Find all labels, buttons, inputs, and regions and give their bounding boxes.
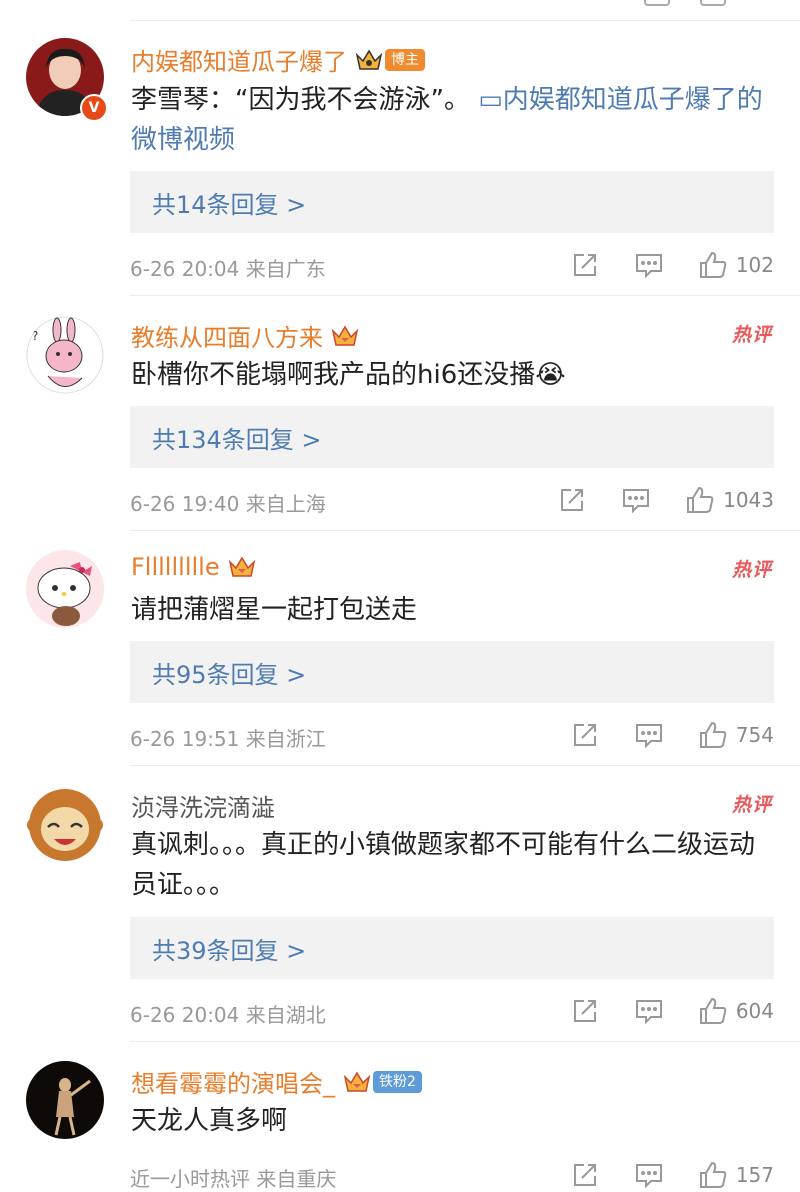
crown-icon [355,47,383,73]
share-icon[interactable] [570,996,600,1026]
hot-comment-badge: 热评 [731,324,772,346]
blogger-tag: 博主 [385,48,425,71]
comment-text: 真讽刺。。。真正的小镇做题家都不可能有什么二级运动员证。。。 [131,830,756,900]
avatar[interactable]: ? [26,316,104,394]
share-icon[interactable] [570,250,600,280]
comment-meta: 6-26 20:04 来自广东 [130,257,326,281]
avatar[interactable] [26,550,104,628]
comment-icon[interactable] [700,0,726,6]
crown-icon [228,554,256,580]
comment-actions: 157 [570,1158,774,1192]
fan-level-tag: 铁粉2 [373,1070,422,1093]
hot-comment-badge: 热评 [731,559,772,581]
video-icon: ▭ [478,85,503,115]
like-count: 754 [735,723,774,747]
like-count: 102 [735,253,774,277]
divider [130,295,800,296]
comment-icon[interactable] [634,720,664,750]
username[interactable]: Fllllllllle [131,553,256,581]
like-count: 1043 [723,488,774,512]
username[interactable]: 教练从四面八方来 [131,318,359,353]
comment-meta: 6-26 20:04 来自湖北 [130,1003,326,1027]
divider [130,530,800,531]
comment-actions: 1043 [557,483,774,517]
avatar[interactable] [26,1061,104,1139]
like-icon[interactable] [698,996,728,1026]
verified-badge: V [80,94,108,122]
like-count: 604 [735,999,774,1023]
comment-icon[interactable] [634,1160,664,1190]
previous-comment-actions [130,0,800,21]
comment-meta: 近一小时热评 来自重庆 [130,1167,337,1191]
like-count: 157 [735,1163,774,1187]
like-icon[interactable] [685,485,715,515]
comment-icon[interactable] [634,250,664,280]
hot-comment-badge: 热评 [731,794,772,816]
username[interactable]: 浈淂洗浣滴澁 [131,788,275,823]
svg-text:?: ? [32,329,38,343]
avatar[interactable] [26,785,104,863]
replies-box[interactable]: 共134条回复 > [130,406,774,468]
divider [130,1041,800,1042]
share-icon[interactable] [570,1160,600,1190]
comment-icon[interactable] [621,485,651,515]
crown-icon [331,323,359,349]
comment-meta: 6-26 19:51 来自浙江 [130,727,326,751]
crown-icon [343,1069,371,1095]
share-icon[interactable] [644,0,670,6]
like-icon[interactable] [698,1160,728,1190]
share-icon[interactable] [570,720,600,750]
comment-text: 李雪琴：“因为我不会游泳”。 ▭内娱都知道瓜子爆了的微博视频 [131,85,763,155]
replies-box[interactable]: 共39条回复 > [130,917,774,979]
username[interactable]: 内娱都知道瓜子爆了 博主 [131,42,425,77]
comment-meta: 6-26 19:40 来自上海 [130,492,326,516]
divider [130,765,800,766]
comment-text: 卧槽你不能塌啊我产品的hi6还没播😭 [131,360,566,390]
comment-icon[interactable] [634,996,664,1026]
replies-box[interactable]: 共14条回复 > [130,171,774,233]
like-icon[interactable] [698,720,728,750]
comment-text: 天龙人真多啊 [131,1106,288,1136]
comment-text: 请把蒲熠星一起打包送走 [131,595,418,625]
replies-box[interactable]: 共95条回复 > [130,641,774,703]
comment-actions: 102 [570,248,774,282]
comment-actions: 754 [570,718,774,752]
share-icon[interactable] [557,485,587,515]
comment-actions: 604 [570,994,774,1028]
like-icon[interactable] [698,250,728,280]
username[interactable]: 想看霉霉的演唱会_ 铁粉2 [131,1064,422,1099]
